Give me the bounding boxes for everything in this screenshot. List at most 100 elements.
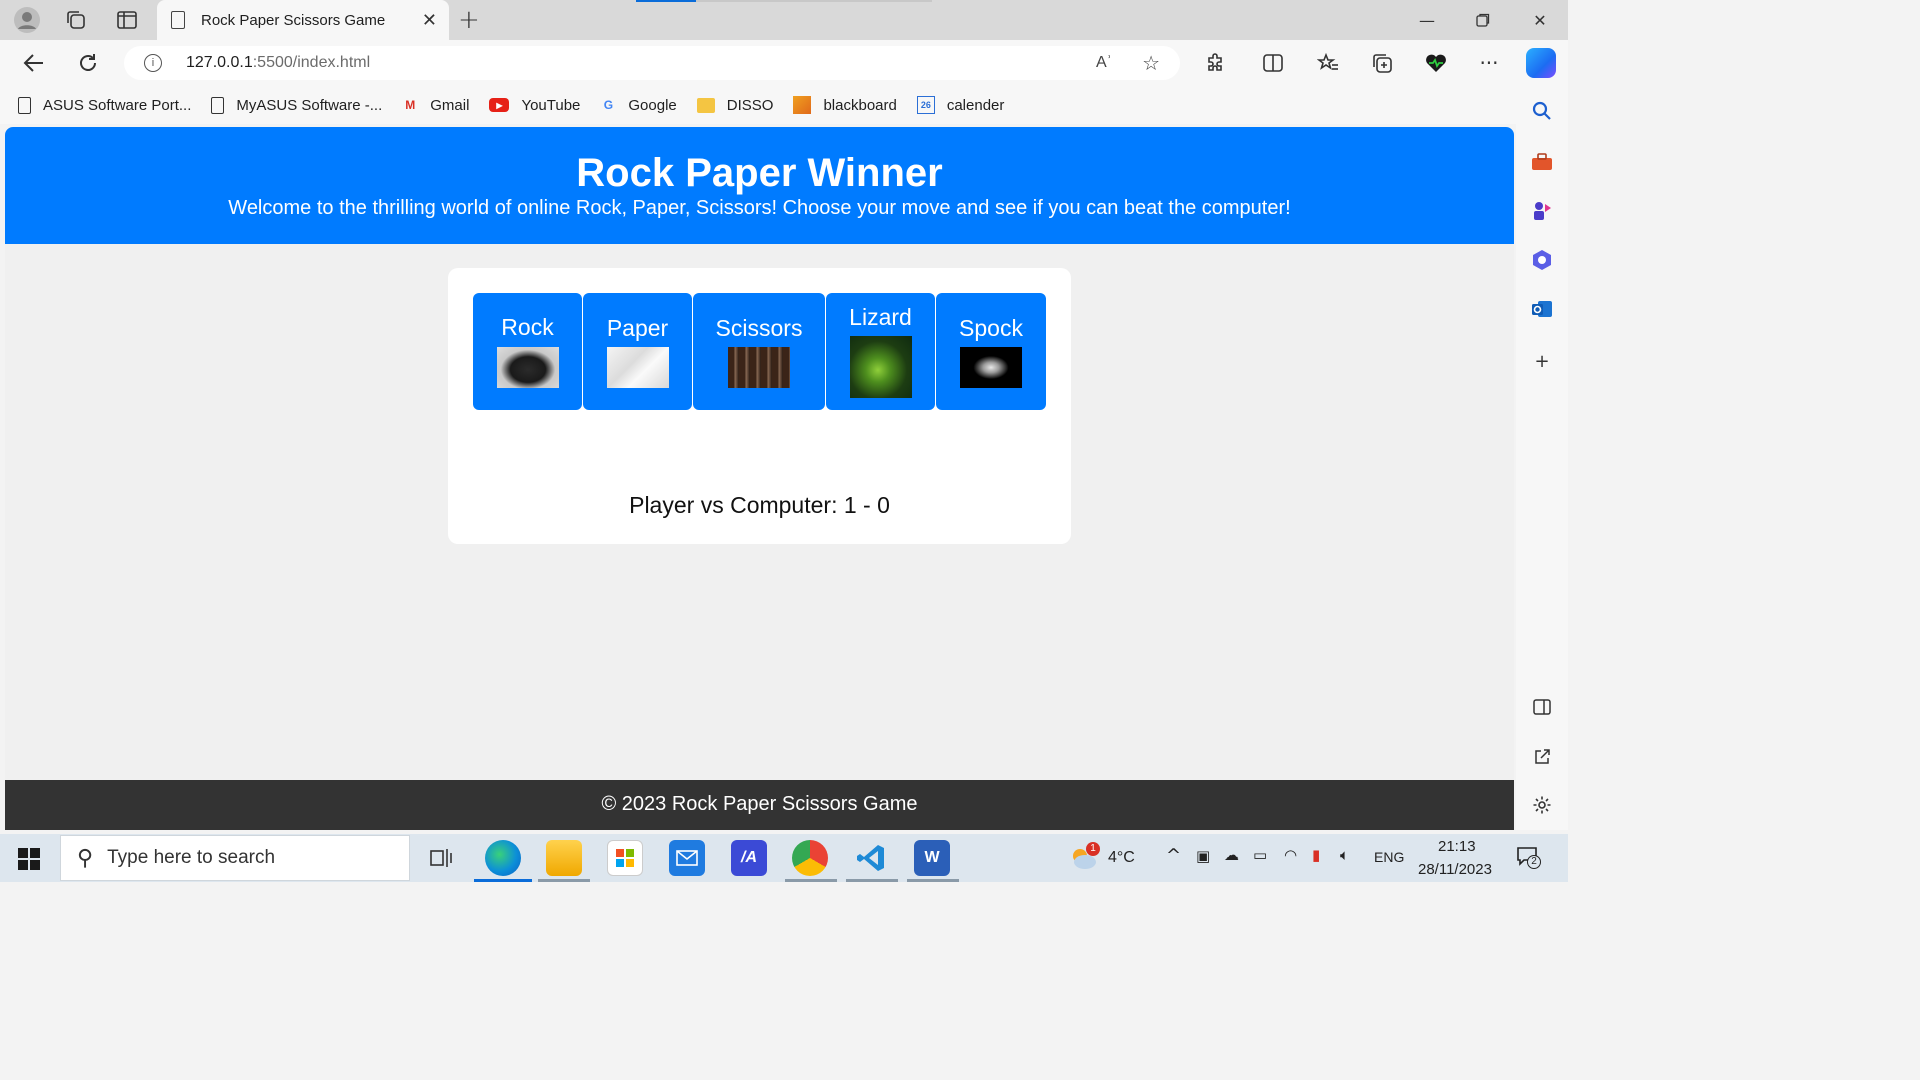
paper-image [607, 347, 669, 388]
choice-label: Rock [501, 314, 554, 340]
loading-indicator [636, 0, 932, 2]
chrome-running-indicator [785, 879, 837, 882]
tab-active[interactable]: Rock Paper Scissors Game ✕ [157, 0, 449, 40]
search-icon[interactable] [1529, 98, 1555, 124]
choice-rock-button[interactable]: Rock [473, 293, 582, 410]
notification-count: 2 [1527, 855, 1541, 869]
choice-label: Lizard [849, 304, 912, 330]
edge-sidebar: + [1516, 86, 1568, 830]
word-running-indicator [907, 879, 959, 882]
wifi-icon[interactable]: ◠ [1284, 846, 1297, 864]
bookmarks-bar: ASUS Software Port... MyASUS Software -.… [0, 86, 1520, 124]
bookmark-youtube[interactable]: ▶ YouTube [489, 97, 580, 114]
onedrive-icon[interactable]: ☁ [1224, 846, 1239, 864]
more-options-icon[interactable]: ··· [1474, 49, 1504, 77]
new-tab-icon[interactable]: + [458, 5, 480, 35]
notifications-icon[interactable]: 2 [1516, 846, 1541, 869]
calendar-icon: 26 [916, 96, 935, 114]
navigation-bar: i 127.0.0.1:5500/index.html Aʾ ☆ ··· [0, 40, 1568, 86]
close-tab-icon[interactable]: ✕ [422, 10, 437, 31]
bookmark-disso[interactable]: DISSO [696, 97, 773, 114]
game-card: Rock Paper Scissors Lizard Spock Player … [448, 268, 1071, 544]
web-page: Rock Paper Winner Welcome to the thrilli… [5, 127, 1514, 830]
hide-sidebar-icon[interactable] [1529, 694, 1555, 720]
choice-paper-button[interactable]: Paper [583, 293, 692, 410]
minimize-icon[interactable]: — [1407, 6, 1447, 34]
weather-icon[interactable]: 1 [1068, 842, 1100, 872]
volume-icon[interactable]: 🔈︎ [1340, 846, 1349, 864]
weather-temperature[interactable]: 4°C [1108, 849, 1135, 867]
collections-icon[interactable] [1367, 49, 1397, 77]
bookmark-label: blackboard [823, 96, 897, 114]
youtube-icon: ▶ [489, 98, 510, 112]
rock-image [497, 347, 559, 388]
open-external-icon[interactable] [1529, 744, 1555, 770]
myasus-app-icon[interactable]: /A [731, 840, 767, 876]
bookmark-label: Gmail [430, 96, 470, 114]
bookmark-gmail[interactable]: M Gmail [402, 96, 469, 114]
task-view-icon[interactable] [423, 840, 459, 876]
mail-icon[interactable] [669, 840, 705, 876]
choice-label: Scissors [715, 315, 803, 341]
bookmark-blackboard[interactable]: blackboard [793, 96, 897, 114]
vscode-icon[interactable] [853, 840, 889, 876]
edge-active-indicator [474, 879, 532, 882]
settings-gear-icon[interactable] [1529, 792, 1555, 818]
meet-now-icon[interactable]: ▣ [1196, 847, 1210, 865]
folder-icon [696, 97, 715, 113]
word-icon[interactable]: W [914, 840, 950, 876]
chrome-icon[interactable] [792, 840, 828, 876]
extensions-icon[interactable] [1200, 49, 1230, 77]
close-window-icon[interactable]: ✕ [1520, 6, 1560, 34]
refresh-icon[interactable] [73, 49, 103, 77]
copilot-icon[interactable] [1526, 48, 1556, 78]
page-subtitle: Welcome to the thrilling world of online… [228, 197, 1291, 219]
tools-icon[interactable] [1529, 149, 1555, 175]
bookmark-calender[interactable]: 26 calender [916, 96, 1005, 114]
display-icon[interactable]: ▭ [1253, 846, 1267, 864]
profile-icon[interactable] [13, 6, 41, 34]
split-screen-icon[interactable] [1258, 49, 1288, 77]
restore-icon[interactable] [1463, 6, 1503, 34]
bookmark-myasus-software[interactable]: MyASUS Software -... [211, 96, 382, 114]
spock-image [960, 347, 1022, 388]
clock-time[interactable]: 21:13 [1438, 838, 1476, 855]
copilot-365-icon[interactable] [1529, 247, 1555, 273]
page-icon [211, 96, 225, 114]
bookmark-asus-software-portal[interactable]: ASUS Software Port... [18, 96, 191, 114]
bookmark-label: calender [946, 96, 1005, 114]
page-icon [18, 96, 31, 114]
address-bar[interactable]: i 127.0.0.1:5500/index.html Aʾ ☆ [124, 46, 1180, 80]
choice-spock-button[interactable]: Spock [936, 293, 1046, 410]
file-explorer-icon[interactable] [546, 840, 582, 876]
vertical-tabs-icon[interactable] [113, 6, 141, 34]
site-info-icon[interactable]: i [144, 54, 162, 72]
windows-start-icon[interactable] [18, 848, 40, 870]
page-icon [171, 11, 185, 29]
workspaces-icon[interactable] [62, 6, 90, 34]
url-host: 127.0.0.1 [186, 54, 253, 71]
battery-icon[interactable]: ▮ [1312, 846, 1320, 864]
microsoft-store-icon[interactable] [607, 840, 643, 876]
edge-app-icon[interactable] [485, 840, 521, 876]
add-sidebar-app-icon[interactable]: + [1529, 348, 1555, 374]
choice-scissors-button[interactable]: Scissors [693, 293, 825, 410]
tab-title: Rock Paper Scissors Game [201, 11, 386, 29]
taskbar-search-box[interactable]: ⚲ Type here to search [60, 835, 410, 881]
outlook-icon[interactable] [1529, 296, 1555, 322]
read-aloud-icon[interactable]: Aʾ [1096, 54, 1112, 72]
google-icon: G [603, 98, 614, 112]
back-icon[interactable] [19, 49, 49, 77]
favorite-star-icon[interactable]: ☆ [1142, 51, 1160, 75]
choice-lizard-button[interactable]: Lizard [826, 293, 935, 410]
browser-essentials-icon[interactable] [1421, 49, 1451, 77]
clock-date[interactable]: 28/11/2023 [1418, 861, 1492, 878]
language-indicator[interactable]: ENG [1374, 849, 1404, 865]
bookmark-google[interactable]: G Google [600, 96, 677, 114]
show-hidden-icons-icon[interactable]: ^ [1166, 845, 1181, 866]
url-path: :5500/index.html [252, 54, 371, 71]
games-icon[interactable] [1529, 198, 1555, 224]
scissors-image [728, 347, 790, 388]
favorites-icon[interactable] [1313, 49, 1343, 77]
search-placeholder: Type here to search [107, 847, 276, 868]
